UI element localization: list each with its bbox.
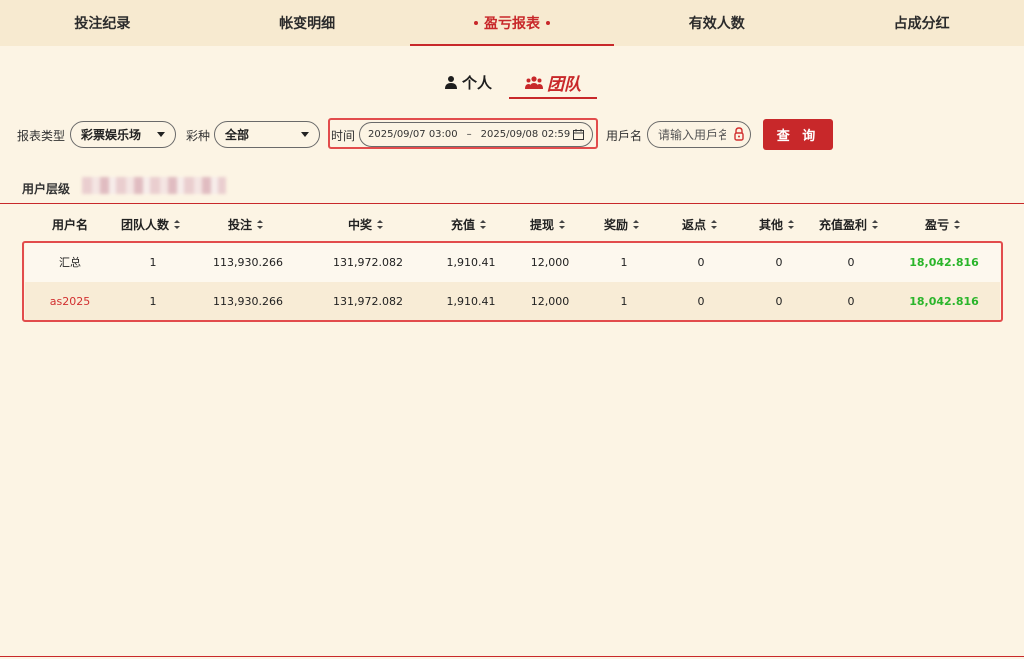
user-level-breadcrumb-blurred [82,177,226,194]
lock-icon [734,127,744,141]
sort-icon [954,220,961,229]
header-winnings[interactable]: 中奖 [348,216,384,233]
header-reward[interactable]: 奖励 [604,216,640,233]
table-header: 用户名 团队人数 投注 中奖 充值 提现 奖励 返点 其他 充值盈利 盈亏 [0,204,1024,241]
report-type-value: 彩票娱乐场 [81,128,142,142]
mode-personal-label: 个人 [462,73,493,92]
tab-valid-members[interactable]: 有效人数 [614,0,819,46]
tab-account-changes[interactable]: 帐变明细 [205,0,410,46]
report-type-select[interactable]: 彩票娱乐场 [70,121,176,148]
tab-label: 有效人数 [688,16,745,32]
date-start: 2025/09/07 03:00 [368,129,458,140]
tab-bet-records[interactable]: 投注纪录 [0,0,205,46]
header-deposit[interactable]: 充值 [451,216,487,233]
sort-icon [559,220,566,229]
bottom-divider [0,656,1024,657]
tab-label: 盈亏报表 [483,16,540,32]
calendar-icon [573,129,584,140]
rows-highlight-box [22,241,1003,322]
tab-label: 占成分红 [893,16,950,32]
sort-icon [633,220,640,229]
header-rebate[interactable]: 返点 [682,216,718,233]
user-level-label: 用户层级 [22,182,71,196]
header-other[interactable]: 其他 [759,216,795,233]
header-deposit-profit[interactable]: 充值盈利 [819,216,879,233]
date-end: 2025/09/08 02:59 [480,129,571,140]
report-tabs: 投注纪录 帐变明细 盈亏报表 有效人数 占成分红 [0,0,1024,46]
sort-icon [377,220,384,229]
mode-personal-button[interactable]: 个人 [444,66,492,98]
time-label: 时间 [331,129,356,143]
sort-icon [480,220,487,229]
header-withdraw[interactable]: 提现 [530,216,566,233]
header-username: 用户名 [52,218,89,232]
mode-team-button[interactable]: 团队 [509,66,597,99]
mode-team-label: 团队 [547,74,581,95]
tab-label: 投注纪录 [74,16,131,32]
lottery-label: 彩种 [186,129,211,143]
header-bets[interactable]: 投注 [228,216,264,233]
header-team-size[interactable]: 团队人数 [121,216,181,233]
group-icon [525,76,543,89]
sort-icon [711,220,718,229]
tab-label: 帐变明细 [279,16,336,32]
query-button[interactable]: 查 询 [763,119,833,150]
tab-share-dividend[interactable]: 占成分红 [819,0,1024,46]
sort-icon [174,220,181,229]
caret-down-icon [301,132,309,137]
tab-profit-loss-report[interactable]: 盈亏报表 [409,0,615,46]
caret-down-icon [157,132,165,137]
lottery-value: 全部 [225,128,250,142]
mode-switch: 个人 团队 [0,66,1024,100]
dot-icon [473,21,478,25]
person-icon [445,76,457,89]
dot-icon [545,21,550,25]
date-separator: – [466,129,472,140]
report-type-label: 报表类型 [17,129,66,143]
sort-icon [872,220,879,229]
sort-icon [257,220,264,229]
username-label: 用戶名 [606,129,643,143]
lottery-select[interactable]: 全部 [214,121,320,148]
sort-icon [788,220,795,229]
header-profit-loss[interactable]: 盈亏 [925,216,961,233]
date-range-picker[interactable]: 2025/09/07 03:00 – 2025/09/08 02:59 [359,122,593,147]
